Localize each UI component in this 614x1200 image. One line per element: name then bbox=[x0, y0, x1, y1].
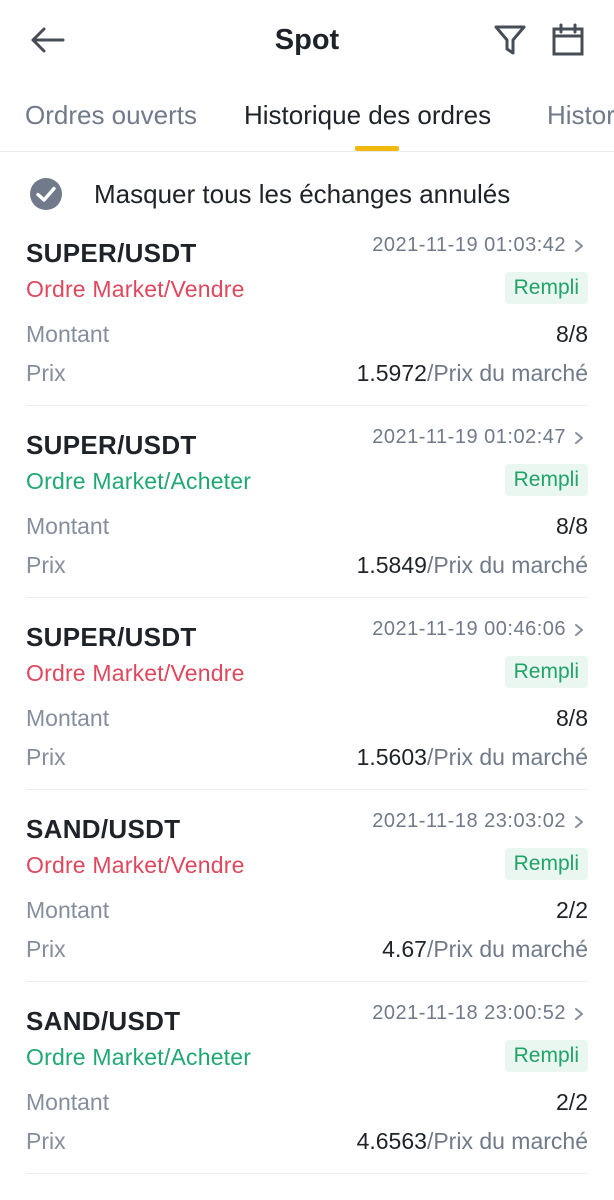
amount-value: 8/8 bbox=[556, 321, 588, 347]
amount-value: 2/2 bbox=[556, 1089, 588, 1115]
status-badge: Rempli bbox=[504, 848, 588, 880]
calendar-button[interactable] bbox=[546, 18, 590, 62]
price-suffix: /Prix du marché bbox=[426, 552, 588, 578]
order-time-row: 2021-11-19 01:03:42 bbox=[372, 234, 584, 257]
tab-order-history[interactable]: Historique des ordres bbox=[244, 100, 491, 131]
hide-cancelled-toggle[interactable]: Masquer tous les échanges annulés bbox=[26, 172, 510, 216]
check-circle-icon bbox=[26, 174, 66, 214]
order-time-row: 2021-11-19 00:46:06 bbox=[372, 618, 584, 641]
amount-label: Montant bbox=[26, 513, 110, 539]
status-badge: Rempli bbox=[504, 656, 588, 688]
order-pair: SAND/USDT bbox=[26, 1006, 181, 1036]
amount-value: 8/8 bbox=[556, 513, 588, 539]
order-tabs: Ordres ouverts Historique des ordres His… bbox=[0, 84, 614, 152]
price-label: Prix bbox=[26, 744, 66, 770]
order-item[interactable]: SUPER/USDT 2021-11-19 00:46:06 Ordre Mar… bbox=[26, 598, 588, 790]
chevron-right-icon bbox=[574, 815, 584, 829]
order-pair: SUPER/USDT bbox=[26, 430, 197, 460]
order-pair: SUPER/USDT bbox=[26, 238, 197, 268]
price-number: 4.67 bbox=[382, 936, 427, 962]
chevron-right-icon bbox=[574, 1007, 584, 1021]
price-suffix: /Prix du marché bbox=[426, 936, 588, 962]
order-time-row: 2021-11-18 23:00:52 bbox=[372, 1002, 584, 1025]
amount-label: Montant bbox=[26, 897, 110, 923]
app-header: Spot bbox=[0, 0, 614, 84]
amount-value: 8/8 bbox=[556, 705, 588, 731]
order-list: SUPER/USDT 2021-11-19 01:03:42 Ordre Mar… bbox=[0, 214, 614, 1174]
amount-label: Montant bbox=[26, 321, 110, 347]
order-pair: SUPER/USDT bbox=[26, 622, 197, 652]
order-type: Ordre Market/Vendre bbox=[26, 276, 245, 302]
price-suffix: /Prix du marché bbox=[426, 1128, 588, 1154]
price-value: 4.67/Prix du marché bbox=[382, 936, 588, 963]
order-time-row: 2021-11-19 01:02:47 bbox=[372, 426, 584, 449]
amount-label: Montant bbox=[26, 1089, 110, 1115]
price-label: Prix bbox=[26, 360, 66, 386]
price-value: 4.6563/Prix du marché bbox=[357, 1128, 588, 1155]
filter-button[interactable] bbox=[488, 18, 532, 62]
price-label: Prix bbox=[26, 552, 66, 578]
order-type: Ordre Market/Acheter bbox=[26, 1044, 252, 1070]
price-value: 1.5972/Prix du marché bbox=[357, 360, 588, 387]
amount-label: Montant bbox=[26, 705, 110, 731]
price-suffix: /Prix du marché bbox=[426, 744, 588, 770]
price-number: 1.5603 bbox=[356, 744, 427, 770]
order-item[interactable]: SAND/USDT 2021-11-18 23:00:52 Ordre Mark… bbox=[26, 982, 588, 1174]
order-item[interactable]: SUPER/USDT 2021-11-19 01:03:42 Ordre Mar… bbox=[26, 214, 588, 406]
chevron-right-icon bbox=[574, 623, 584, 637]
filter-icon bbox=[494, 25, 526, 55]
price-value: 1.5849/Prix du marché bbox=[357, 552, 588, 579]
price-number: 1.5972 bbox=[356, 360, 427, 386]
order-type: Ordre Market/Vendre bbox=[26, 660, 245, 686]
status-badge: Rempli bbox=[504, 1040, 588, 1072]
price-value: 1.5603/Prix du marché bbox=[357, 744, 588, 771]
price-label: Prix bbox=[26, 936, 66, 962]
order-time: 2021-11-19 01:02:47 bbox=[372, 426, 566, 448]
status-badge: Rempli bbox=[504, 464, 588, 496]
price-label: Prix bbox=[26, 1128, 66, 1154]
price-number: 1.5849 bbox=[356, 552, 427, 578]
price-suffix: /Prix du marché bbox=[426, 360, 588, 386]
status-badge: Rempli bbox=[504, 272, 588, 304]
back-button[interactable] bbox=[22, 20, 72, 60]
tab-trade-history[interactable]: Historique des trades bbox=[547, 100, 614, 131]
tab-open-orders[interactable]: Ordres ouverts bbox=[25, 100, 197, 131]
order-pair: SAND/USDT bbox=[26, 814, 181, 844]
chevron-right-icon bbox=[574, 239, 584, 253]
order-item[interactable]: SAND/USDT 2021-11-18 23:03:02 Ordre Mark… bbox=[26, 790, 588, 982]
chevron-right-icon bbox=[574, 431, 584, 445]
order-time: 2021-11-18 23:03:02 bbox=[372, 810, 566, 832]
amount-value: 2/2 bbox=[556, 897, 588, 923]
order-type: Ordre Market/Acheter bbox=[26, 468, 252, 494]
order-time: 2021-11-19 01:03:42 bbox=[372, 234, 566, 256]
price-number: 4.6563 bbox=[356, 1128, 427, 1154]
calendar-icon bbox=[552, 23, 584, 56]
order-time: 2021-11-18 23:00:52 bbox=[372, 1002, 566, 1024]
active-tab-indicator bbox=[355, 146, 399, 151]
hide-cancelled-label: Masquer tous les échanges annulés bbox=[94, 178, 511, 209]
order-time-row: 2021-11-18 23:03:02 bbox=[372, 810, 584, 833]
order-item[interactable]: SUPER/USDT 2021-11-19 01:02:47 Ordre Mar… bbox=[26, 406, 588, 598]
order-time: 2021-11-19 00:46:06 bbox=[372, 618, 566, 640]
arrow-left-icon bbox=[31, 27, 65, 53]
order-type: Ordre Market/Vendre bbox=[26, 852, 245, 878]
